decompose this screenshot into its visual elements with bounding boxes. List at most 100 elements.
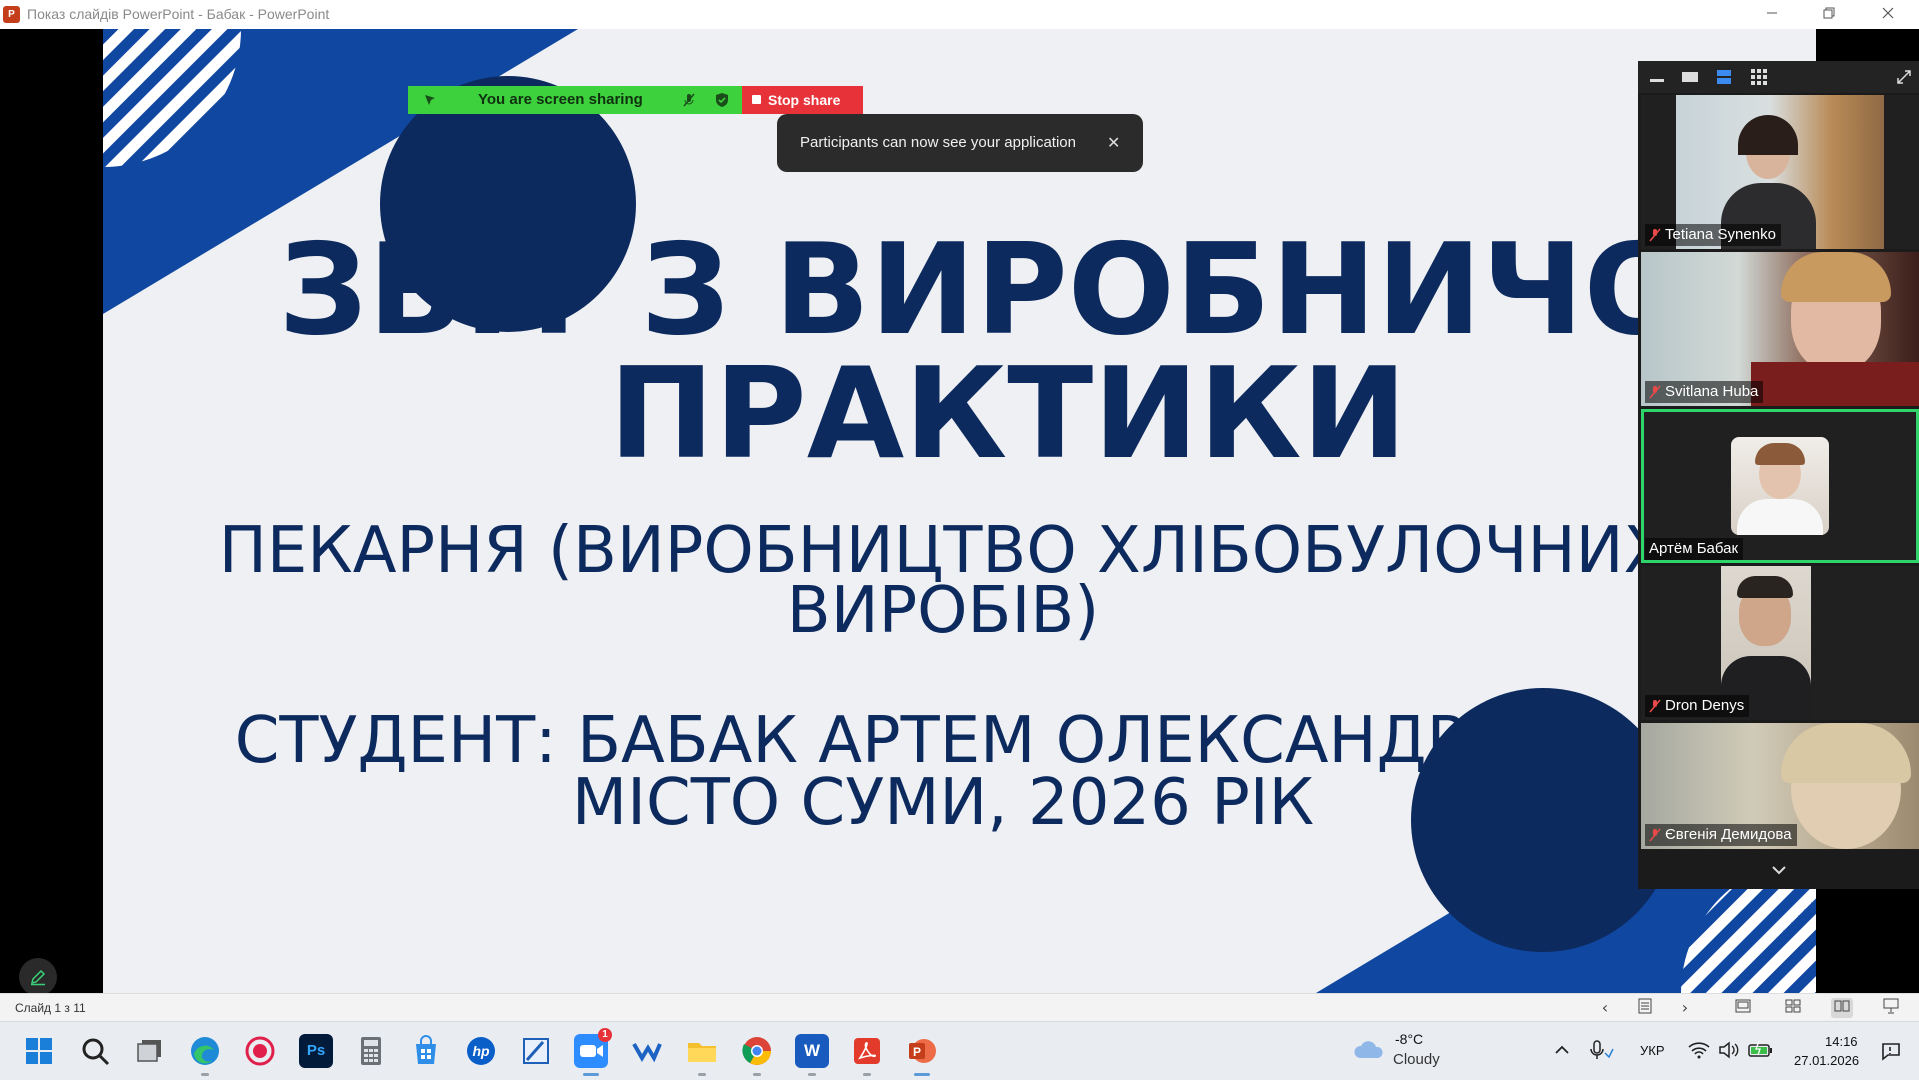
zoom-taskbar-button[interactable]: 1 bbox=[574, 1028, 612, 1076]
chevron-up-icon[interactable] bbox=[1554, 1043, 1570, 1057]
file-explorer-taskbar-button[interactable] bbox=[685, 1034, 719, 1076]
reading-view-button[interactable] bbox=[1831, 998, 1853, 1018]
expand-icon[interactable] bbox=[1893, 68, 1915, 86]
share-status-area[interactable]: You are screen sharing bbox=[408, 86, 742, 114]
participant-name: Svitlana Huba bbox=[1665, 383, 1759, 400]
participant-label: Tetiana Synenko bbox=[1645, 224, 1781, 246]
participant-tile-yevheniia[interactable]: Євгенія Демидова bbox=[1641, 723, 1919, 849]
security-shield-icon[interactable] bbox=[714, 92, 730, 108]
clock-time[interactable]: 14:16 bbox=[1825, 1034, 1858, 1050]
chrome-taskbar-button[interactable] bbox=[740, 1034, 774, 1076]
task-view-icon bbox=[137, 1040, 161, 1062]
slide-menu-button[interactable] bbox=[1634, 998, 1656, 1018]
svg-text:hp: hp bbox=[472, 1043, 490, 1059]
hp-icon: hp bbox=[467, 1037, 495, 1065]
photoshop-icon: Ps bbox=[306, 1042, 326, 1059]
mic-muted-icon bbox=[1649, 385, 1661, 399]
edge-taskbar-button[interactable] bbox=[188, 1034, 222, 1076]
close-icon bbox=[1882, 7, 1894, 19]
volume-icon[interactable] bbox=[1718, 1041, 1740, 1059]
participant-name: Dron Denys bbox=[1665, 697, 1745, 714]
gallery-view-icon[interactable] bbox=[1748, 68, 1770, 86]
wifi-icon[interactable] bbox=[1688, 1041, 1710, 1059]
viber-taskbar-button[interactable] bbox=[630, 1034, 664, 1068]
normal-view-button[interactable] bbox=[1732, 998, 1754, 1018]
next-slide-button[interactable]: › bbox=[1674, 998, 1696, 1018]
window-title: Показ слайдів PowerPoint - Бабак - Power… bbox=[27, 6, 330, 22]
calculator-taskbar-button[interactable] bbox=[354, 1034, 388, 1068]
notifications-icon[interactable] bbox=[1880, 1041, 1902, 1061]
word-icon: W bbox=[803, 1041, 821, 1060]
chevron-down-icon bbox=[1771, 866, 1786, 875]
task-view-button[interactable] bbox=[133, 1034, 167, 1068]
keyboard-language[interactable]: УКР bbox=[1640, 1043, 1665, 1059]
participant-tile-tetiana[interactable]: Tetiana Synenko bbox=[1641, 95, 1919, 249]
taskbar-search-button[interactable] bbox=[78, 1034, 112, 1068]
slide-title-line-1: ЗВІТ З ВИРОБНИЧОЇ bbox=[278, 216, 1738, 363]
share-status-text: You are screen sharing bbox=[478, 91, 643, 108]
photoshop-taskbar-button[interactable]: Ps bbox=[299, 1034, 333, 1068]
participant-avatar bbox=[1731, 437, 1829, 535]
video-panel-scroll-down[interactable] bbox=[1638, 851, 1919, 889]
battery-charging-icon[interactable] bbox=[1748, 1041, 1774, 1059]
participant-name: Tetiana Synenko bbox=[1665, 226, 1776, 243]
participant-tile-dron[interactable]: Dron Denys bbox=[1641, 566, 1919, 720]
snipping-icon bbox=[523, 1038, 549, 1064]
slide-title-line-2: ПРАКТИКИ bbox=[608, 340, 1408, 487]
stop-square-icon bbox=[752, 95, 761, 104]
previous-slide-button[interactable]: ‹ bbox=[1594, 998, 1616, 1018]
windows-start-icon bbox=[26, 1038, 52, 1064]
weather-temperature[interactable]: -8°C bbox=[1395, 1031, 1423, 1048]
stop-share-button[interactable]: Stop share bbox=[742, 86, 863, 114]
participant-tile-artem[interactable]: Артём Бабак bbox=[1641, 409, 1919, 563]
reading-view-icon bbox=[1834, 1000, 1850, 1012]
slide-city-line: МІСТО СУМИ, 2026 РІК bbox=[571, 766, 1315, 840]
toast-close-button[interactable]: ✕ bbox=[1107, 114, 1120, 172]
cloudy-weather-icon[interactable] bbox=[1352, 1036, 1386, 1062]
slide-sorter-button[interactable] bbox=[1782, 998, 1804, 1018]
slideshow-view-button[interactable] bbox=[1880, 998, 1902, 1018]
hp-taskbar-button[interactable]: hp bbox=[464, 1034, 498, 1068]
minimize-icon[interactable] bbox=[1646, 68, 1668, 86]
weather-condition[interactable]: Cloudy bbox=[1393, 1051, 1440, 1069]
windows-taskbar: Ps hp 1 W P -8°C Cloudy УКР 14:16 27.01.… bbox=[0, 1021, 1919, 1080]
minimize-button[interactable] bbox=[1752, 2, 1792, 26]
mic-muted-icon bbox=[1649, 828, 1661, 842]
recorder-taskbar-button[interactable] bbox=[243, 1034, 277, 1068]
chevron-left-icon: ‹ bbox=[1601, 998, 1609, 1017]
viber-icon bbox=[632, 1043, 662, 1063]
presentation-slide[interactable]: ЗВІТ З ВИРОБНИЧОЇ ПРАКТИКИ ПЕКАРНЯ (ВИРО… bbox=[103, 29, 1816, 993]
store-taskbar-button[interactable] bbox=[409, 1034, 443, 1068]
file-explorer-icon bbox=[688, 1043, 716, 1062]
restore-button[interactable] bbox=[1809, 2, 1849, 26]
screen-share-bar: You are screen sharing Stop share bbox=[408, 86, 863, 114]
microphone-in-use-icon[interactable] bbox=[1590, 1039, 1614, 1061]
word-taskbar-button[interactable]: W bbox=[795, 1034, 829, 1076]
speaker-view-icon[interactable] bbox=[1679, 68, 1701, 86]
snipping-taskbar-button[interactable] bbox=[519, 1034, 553, 1068]
calculator-icon bbox=[361, 1037, 381, 1065]
acrobat-taskbar-button[interactable] bbox=[850, 1034, 884, 1076]
clock-date[interactable]: 27.01.2026 bbox=[1794, 1053, 1859, 1069]
close-button[interactable] bbox=[1868, 2, 1908, 26]
toast-message: Participants can now see your applicatio… bbox=[800, 134, 1076, 151]
drag-handle-icon[interactable] bbox=[422, 92, 438, 108]
participant-label: Євгенія Демидова bbox=[1645, 824, 1797, 846]
participant-tile-svitlana[interactable]: Svitlana Huba bbox=[1641, 252, 1919, 406]
participant-name: Євгенія Демидова bbox=[1665, 826, 1792, 843]
windows-start-button[interactable] bbox=[22, 1034, 56, 1068]
strip-view-icon[interactable] bbox=[1713, 68, 1735, 86]
pen-icon bbox=[30, 969, 46, 986]
chevron-right-icon: › bbox=[1681, 998, 1689, 1017]
slide-sorter-icon bbox=[1785, 999, 1801, 1013]
slideshow-icon bbox=[1883, 998, 1899, 1014]
search-icon bbox=[82, 1038, 110, 1066]
chrome-icon bbox=[742, 1037, 771, 1065]
slide-student-line: СТУДЕНТ: БАБАК АРТЕМ ОЛЕКСАНДРОВИЧ bbox=[234, 704, 1652, 778]
powerpoint-taskbar-button[interactable]: P bbox=[905, 1034, 939, 1076]
slideshow-pen-button[interactable] bbox=[19, 958, 57, 996]
edge-icon bbox=[191, 1037, 219, 1065]
powerpoint-app-icon: P bbox=[3, 6, 20, 23]
mic-muted-icon[interactable] bbox=[681, 92, 697, 108]
acrobat-icon bbox=[854, 1038, 880, 1064]
